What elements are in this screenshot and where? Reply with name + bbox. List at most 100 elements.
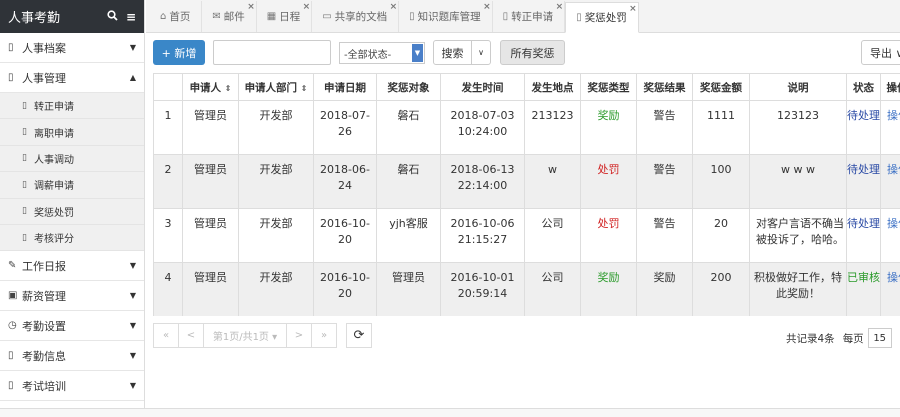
sort-icon: ⇕ [224,83,232,93]
add-button[interactable]: + 新增 [153,40,205,65]
cell-amount: 20 [692,208,750,263]
tab-schedule[interactable]: ▦ 日程 × [257,1,313,32]
table-row[interactable]: 2 管理员 开发部 2018-06-24 磐石 2018-06-13 22:14… [153,154,900,209]
table-header-row: 申请人 ⇕ 申请人部门 ⇕ 申请日期 奖惩对象 发生时间 发生地点 奖惩类型 奖… [153,73,900,101]
bookmark-icon: ▯ [502,11,509,22]
sidebar-subitem-regularization[interactable]: ▯ 转正申请 [0,93,144,120]
col-header-result: 奖惩结果 [636,73,693,101]
sidebar-subitem-label: 人事调动 [34,154,74,166]
tab-label: 首页 [169,11,191,23]
first-page-button[interactable]: « [153,323,179,348]
cell-type: 奖励 [580,100,637,155]
cell-type: 奖励 [580,262,637,316]
next-page-button[interactable]: > [286,323,312,348]
col-header-desc: 说明 [749,73,847,101]
table-row[interactable]: 4 管理员 开发部 2016-10-20 管理员 2016-10-01 20:5… [153,262,900,316]
sidebar-item-label: 人事管理 [22,71,66,85]
sidebar-subitem-appraisal[interactable]: ▯ 考核评分 [0,224,144,252]
export-button[interactable]: 导出 ∨ [861,40,900,65]
cell-result: 警告 [636,154,693,209]
all-records-button[interactable]: 所有奖惩 [500,40,565,65]
cell-status: 待处理 [846,208,881,263]
bookmark-icon: ▯ [8,380,14,392]
sidebar-subitem-resignation[interactable]: ▯ 离职申请 [0,119,144,146]
bookmark-icon: ▯ [8,42,14,53]
status-select[interactable]: -全部状态- ▼ [339,42,425,64]
per-page-input[interactable]: 15 [867,328,892,348]
sidebar-item-label: 考勤信息 [22,349,66,363]
operation-link[interactable]: 操作 [880,262,900,316]
chevron-down-icon[interactable]: ∨ [472,48,490,57]
cell-dept: 开发部 [238,100,314,155]
menu-icon[interactable]: ≡ [126,10,136,24]
col-header-applicant[interactable]: 申请人 ⇕ [182,73,239,101]
close-icon[interactable]: × [556,2,564,12]
tab-knowledge-base[interactable]: ▯ 知识题库管理 × [399,1,493,32]
sidebar-item-daily-report[interactable]: ✎ 工作日报 ▼ [0,251,144,282]
cell-applicant: 管理员 [182,100,239,155]
col-header-op: 操作 [880,73,900,101]
cell-applicant: 管理员 [182,154,239,209]
close-icon[interactable]: × [303,2,311,12]
tab-reward-punish[interactable]: ▯ 奖惩处罚 × [565,2,639,33]
refresh-icon[interactable]: ⟳ [346,323,372,348]
sidebar-item-exam-training[interactable]: ▯ 考试培训 ▼ [0,371,144,402]
operation-link[interactable]: 操作 [880,154,900,209]
operation-link[interactable]: 操作 [880,100,900,155]
cell-amount: 200 [692,262,750,316]
sidebar-item-personnel-file[interactable]: ▯ 人事档案 ▼ [0,33,144,63]
close-icon[interactable]: × [629,4,637,14]
table-row[interactable]: 3 管理员 开发部 2016-10-20 yjh客服 2016-10-06 21… [153,208,900,263]
tab-label: 邮件 [223,11,245,23]
last-page-button[interactable]: » [311,323,337,348]
per-page-label: 每页 [842,332,864,345]
cell-date: 2018-07-26 [313,100,377,155]
cell-date: 2016-10-20 [313,262,377,316]
col-header-place: 发生地点 [524,73,581,101]
cell-applicant: 管理员 [182,262,239,316]
table-row[interactable]: 1 管理员 开发部 2018-07-26 磐石 2018-07-03 10:24… [153,100,900,155]
status-strip [0,408,900,417]
sidebar-item-attendance-settings[interactable]: ◷ 考勤设置 ▼ [0,311,144,342]
sidebar-item-attendance-info[interactable]: ▯ 考勤信息 ▼ [0,341,144,372]
tab-home[interactable]: ⌂ 首页 [150,1,203,32]
sidebar-item-personnel-management[interactable]: ▯ 人事管理 ▲ [0,63,144,93]
col-header-date: 申请日期 [313,73,377,101]
cell-place: w [524,154,581,209]
tab-label: 共享的文档 [334,11,388,23]
close-icon[interactable]: × [483,2,491,12]
search-icon[interactable] [107,9,118,24]
sidebar-subitem-transfer[interactable]: ▯ 人事调动 [0,145,144,173]
page-select[interactable]: 第1页/共1页 ▾ [203,323,287,348]
search-button[interactable]: 搜索 ∨ [433,40,491,65]
sidebar-subitem-reward-punish[interactable]: ▯ 奖惩处罚 [0,198,144,225]
close-icon[interactable]: × [390,2,398,12]
sidebar-subitem-salary-adjust[interactable]: ▯ 调薪申请 [0,172,144,199]
cell-desc: 积极做好工作，特此奖励！ [749,262,847,316]
tab-regularization[interactable]: ▯ 转正申请 × [493,1,566,32]
bookmark-icon: ▯ [576,12,582,23]
search-input[interactable] [213,40,331,65]
pagination: « < 第1页/共1页 ▾ > » ⟳ [153,323,372,349]
operation-link[interactable]: 操作 [880,208,900,263]
cell-index: 1 [153,100,183,155]
chevron-down-icon: ▼ [129,43,136,52]
chevron-up-icon: ▲ [129,73,136,82]
tab-label: 奖惩处罚 [584,12,627,24]
sort-icon: ⇕ [300,83,308,93]
sidebar-subitem-label: 转正申请 [34,102,74,114]
tab-mail[interactable]: ✉ 邮件 × [202,1,257,32]
cell-type: 处罚 [580,208,637,263]
pager-info: 共记录4条 每页 15 [786,328,892,348]
edit-icon: ✎ [8,260,17,272]
chevron-down-icon: ▼ [129,291,136,301]
tab-shared-docs[interactable]: ▭ 共享的文档 × [312,1,400,32]
sidebar-item-salary[interactable]: ▣ 薪资管理 ▼ [0,281,144,312]
prev-page-button[interactable]: < [178,323,204,348]
close-icon[interactable]: × [247,2,255,12]
col-header-index [153,73,183,101]
sidebar-subitem-label: 离职申请 [34,128,74,140]
col-header-dept[interactable]: 申请人部门 ⇕ [238,73,314,101]
cell-dept: 开发部 [238,154,314,209]
sidebar-item-label: 薪资管理 [22,289,66,303]
